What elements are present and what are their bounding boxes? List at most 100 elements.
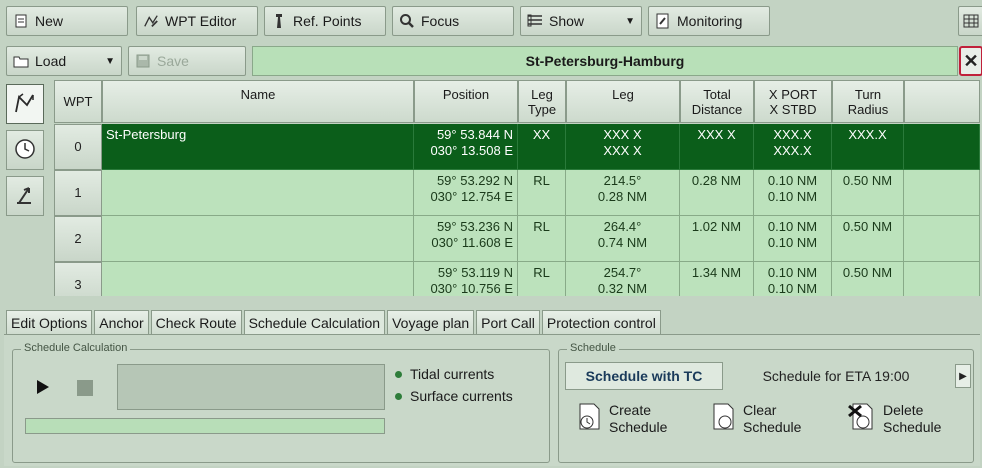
table-header: WPT Name Position Leg Type Leg Total Dis… (54, 80, 980, 123)
tab-schedule-for-eta[interactable]: Schedule for ETA 19:00 (731, 362, 941, 390)
waypoint-position[interactable]: 59° 53.844 N 030° 13.508 E (414, 124, 518, 170)
calculation-status-box (117, 364, 385, 410)
leg-type[interactable]: XX (518, 124, 566, 170)
turn-radius[interactable]: 0.50 NM (832, 216, 904, 262)
monitoring-icon (655, 13, 671, 29)
scroll-right-button[interactable]: ▶ (955, 364, 971, 388)
waypoint-table: WPT Name Position Leg Type Leg Total Dis… (54, 80, 980, 296)
leg-type[interactable]: RL (518, 262, 566, 296)
open-folder-icon (13, 53, 29, 69)
create-schedule-label: Create Schedule (609, 402, 668, 435)
delete-schedule-button[interactable]: Delete Schedule (847, 402, 941, 436)
table-row[interactable]: 1 59° 53.292 N 030° 12.754 E RL 214.5° 0… (54, 170, 980, 216)
play-button[interactable] (35, 378, 55, 398)
new-button[interactable]: New (6, 6, 128, 36)
extra-cell (904, 216, 980, 262)
total-distance: XXX X (680, 124, 754, 170)
turn-radius[interactable]: 0.50 NM (832, 170, 904, 216)
route-name-bar: St-Petersburg-Hamburg (252, 46, 958, 76)
tab-schedule-with-tc[interactable]: Schedule with TC (565, 362, 723, 390)
column-header-wpt[interactable]: WPT (54, 80, 102, 123)
waypoint-name[interactable]: St-Petersburg (102, 124, 414, 170)
clock-icon (13, 137, 37, 164)
close-icon: ✕ (963, 50, 979, 71)
surface-currents-label: Surface currents (410, 388, 513, 404)
create-schedule-icon (577, 402, 603, 436)
extra-cell (904, 262, 980, 296)
xport-xstbd[interactable]: 0.10 NM 0.10 NM (754, 216, 832, 262)
route-waypoints-button[interactable] (6, 84, 44, 124)
column-header-turn-radius[interactable]: Turn Radius (832, 80, 904, 123)
save-button[interactable]: Save (128, 46, 246, 76)
tab-edit-options[interactable]: Edit Options (6, 310, 93, 334)
schedule-time-button[interactable] (6, 130, 44, 170)
tidal-currents-label: Tidal currents (410, 366, 495, 382)
bottom-tab-bar: Edit Options Anchor Check Route Schedule… (6, 310, 661, 334)
clear-schedule-button[interactable]: Clear Schedule (711, 402, 801, 436)
turn-radius[interactable]: XXX.X (832, 124, 904, 170)
column-header-extra (904, 80, 980, 123)
wpt-number[interactable]: 2 (54, 216, 102, 262)
total-distance: 0.28 NM (680, 170, 754, 216)
leg-value: 264.4° 0.74 NM (566, 216, 680, 262)
clear-schedule-label: Clear Schedule (743, 402, 802, 435)
tab-check-route[interactable]: Check Route (150, 310, 242, 334)
table-row[interactable]: 0 St-Petersburg 59° 53.844 N 030° 13.508… (54, 124, 980, 170)
route-edit-icon (143, 13, 159, 29)
leg-type[interactable]: RL (518, 170, 566, 216)
close-route-button[interactable]: ✕ (959, 46, 982, 76)
column-header-xport-xstbd[interactable]: X PORT X STBD (754, 80, 832, 123)
wpt-number[interactable]: 3 (54, 262, 102, 296)
table-view-button[interactable] (958, 6, 982, 36)
waypoint-name[interactable] (102, 216, 414, 262)
load-dropdown[interactable]: Load ▼ (6, 46, 122, 76)
status-dot-icon (395, 392, 402, 400)
chevron-right-icon: ▶ (959, 370, 967, 382)
tab-port-call[interactable]: Port Call (476, 310, 540, 334)
surface-currents-indicator: Surface currents (395, 388, 513, 404)
monitoring-button[interactable]: Monitoring (648, 6, 770, 36)
ref-points-button[interactable]: Ref. Points (264, 6, 386, 36)
tab-protection-control[interactable]: Protection control (541, 310, 661, 334)
waypoint-position[interactable]: 59° 53.119 N 030° 10.756 E (414, 262, 518, 296)
column-header-position[interactable]: Position (414, 80, 518, 123)
heading-tool-button[interactable] (6, 176, 44, 216)
wpt-editor-button[interactable]: WPT Editor (136, 6, 258, 36)
new-button-label: New (35, 13, 64, 29)
load-label: Load (35, 53, 67, 69)
column-header-leg[interactable]: Leg (566, 80, 680, 123)
tab-anchor[interactable]: Anchor (94, 310, 149, 334)
schedule-calculation-group: Schedule Calculation Tidal currents Surf… (12, 342, 550, 463)
column-header-name[interactable]: Name (102, 80, 414, 123)
waypoint-position[interactable]: 59° 53.236 N 030° 11.608 E (414, 216, 518, 262)
stop-button[interactable] (77, 380, 93, 396)
tab-voyage-plan[interactable]: Voyage plan (387, 310, 475, 334)
tab-schedule-calculation[interactable]: Schedule Calculation (243, 310, 386, 334)
table-row[interactable]: 3 59° 53.119 N 030° 10.756 E RL 254.7° 0… (54, 262, 980, 296)
leg-value: 254.7° 0.32 NM (566, 262, 680, 296)
waypoint-position[interactable]: 59° 53.292 N 030° 12.754 E (414, 170, 518, 216)
waypoint-name[interactable] (102, 170, 414, 216)
column-header-leg-type[interactable]: Leg Type (518, 80, 566, 123)
wpt-number[interactable]: 1 (54, 170, 102, 216)
leg-type[interactable]: RL (518, 216, 566, 262)
xport-xstbd[interactable]: 0.10 NM 0.10 NM (754, 262, 832, 296)
total-distance: 1.34 NM (680, 262, 754, 296)
xport-xstbd[interactable]: 0.10 NM 0.10 NM (754, 170, 832, 216)
delete-schedule-label: Delete Schedule (883, 402, 942, 435)
extra-cell (904, 124, 980, 170)
turn-radius[interactable]: 0.50 NM (832, 262, 904, 296)
focus-button[interactable]: Focus (392, 6, 514, 36)
chevron-down-icon: ▼ (625, 15, 635, 27)
angle-arrow-icon (13, 183, 37, 210)
column-header-total-distance[interactable]: Total Distance (680, 80, 754, 123)
grid-table-icon (963, 13, 979, 29)
wpt-number[interactable]: 0 (54, 124, 102, 170)
play-icon (35, 380, 51, 399)
waypoint-name[interactable] (102, 262, 414, 296)
save-label: Save (157, 53, 189, 69)
show-dropdown[interactable]: Show ▼ (520, 6, 642, 36)
table-row[interactable]: 2 59° 53.236 N 030° 11.608 E RL 264.4° 0… (54, 216, 980, 262)
xport-xstbd[interactable]: XXX.X XXX.X (754, 124, 832, 170)
create-schedule-button[interactable]: Create Schedule (577, 402, 667, 436)
